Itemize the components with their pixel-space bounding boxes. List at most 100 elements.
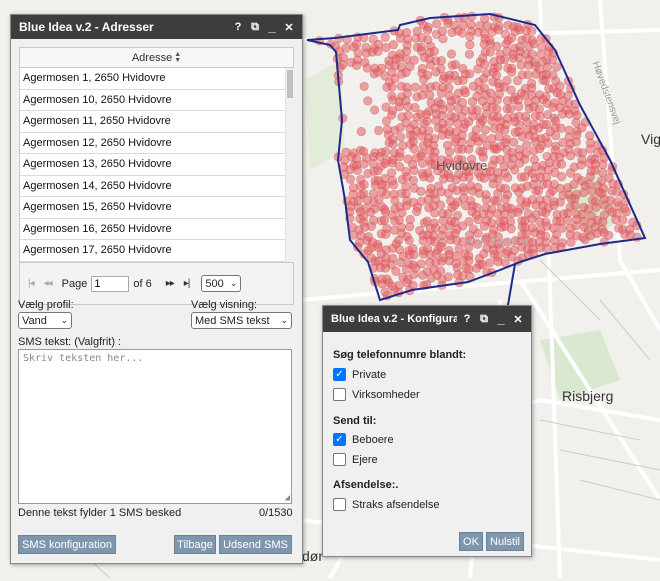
table-row[interactable]: Agermosen 13, 2650 Hvidovre <box>20 154 285 176</box>
help-icon[interactable]: ? <box>231 21 245 33</box>
address-marker <box>552 62 562 72</box>
page-number-input[interactable] <box>91 275 130 292</box>
checkbox-virksomheder[interactable]: Virksomheder <box>333 388 420 401</box>
address-marker <box>480 125 491 135</box>
address-marker <box>458 75 468 85</box>
table-row[interactable]: Agermosen 14, 2650 Hvidovre <box>20 176 285 197</box>
column-header-adresse[interactable]: Adresse ▲ ▼ <box>20 48 293 68</box>
checkbox-private[interactable]: ✓ Private <box>333 368 386 381</box>
config-dialog-titlebar[interactable]: Blue Idea v.2 - Konfiguration ? ⧉ _ ✕ <box>323 306 531 332</box>
table-row[interactable]: Agermosen 16, 2650 Hvidovre <box>20 219 285 240</box>
resize-handle-icon[interactable]: ◢ <box>285 494 290 503</box>
address-marker <box>585 144 595 154</box>
address-marker <box>541 208 551 218</box>
minimize-icon[interactable]: _ <box>265 20 279 33</box>
address-marker <box>401 264 412 274</box>
address-marker <box>425 60 436 70</box>
address-marker <box>460 88 471 98</box>
close-icon[interactable]: ✕ <box>511 313 525 326</box>
pager: |◂ ◂◂ Page of 6 ▸▸ ▸| 500 ⌄ <box>20 262 293 304</box>
checkbox-checked-icon[interactable]: ✓ <box>333 433 346 446</box>
reset-button[interactable]: Nulstil <box>486 532 524 551</box>
address-marker <box>464 49 475 59</box>
address-marker <box>500 54 510 65</box>
address-marker <box>556 123 566 133</box>
address-marker <box>379 215 390 225</box>
checkbox-ejere[interactable]: Ejere <box>333 453 378 466</box>
address-marker <box>389 180 399 190</box>
address-marker <box>359 180 369 190</box>
address-marker <box>391 266 401 276</box>
address-marker <box>507 67 517 77</box>
address-marker <box>419 74 429 84</box>
view-select[interactable]: Med SMS tekst ⌄ <box>191 312 292 329</box>
checkbox-label: Private <box>352 368 387 381</box>
address-marker <box>534 123 544 133</box>
address-marker <box>503 173 513 183</box>
restore-icon[interactable]: ⧉ <box>477 313 491 326</box>
address-marker <box>395 123 405 133</box>
address-marker <box>403 110 413 120</box>
table-row[interactable]: Agermosen 1, 2650 Hvidovre <box>20 68 285 90</box>
checkbox-checked-icon[interactable]: ✓ <box>333 368 346 381</box>
table-row[interactable]: Agermosen 17, 2650 Hvidovre <box>20 240 285 262</box>
minimize-icon[interactable]: _ <box>494 312 508 325</box>
address-marker <box>485 47 495 57</box>
checkbox-unchecked-icon[interactable] <box>333 498 346 511</box>
address-marker <box>477 115 488 126</box>
close-icon[interactable]: ✕ <box>282 21 296 34</box>
sms-char-counter: 0/1530 <box>259 507 293 519</box>
page-size-select[interactable]: 500 ⌄ <box>201 275 242 292</box>
address-marker <box>465 69 475 79</box>
checkbox-unchecked-icon[interactable] <box>333 388 346 401</box>
address-marker <box>566 237 576 247</box>
address-marker <box>591 202 601 212</box>
address-marker <box>402 46 412 56</box>
address-marker <box>390 73 400 84</box>
scrollbar-thumb[interactable] <box>287 70 293 98</box>
table-row[interactable]: Agermosen 15, 2650 Hvidovre <box>20 197 285 219</box>
address-marker <box>479 221 490 231</box>
address-marker <box>618 215 628 225</box>
table-row[interactable]: Agermosen 12, 2650 Hvidovre <box>20 133 285 154</box>
next-page-button[interactable]: ▸▸ <box>166 278 175 289</box>
checkbox-beboere[interactable]: ✓ Beboere <box>333 433 394 446</box>
sms-textarea[interactable]: Skriv teksten her... ◢ <box>18 349 292 504</box>
prev-page-button[interactable]: ◂◂ <box>44 278 53 289</box>
address-marker <box>409 165 419 176</box>
checkbox-straks-afsendelse[interactable]: Straks afsendelse <box>333 498 439 511</box>
address-marker <box>394 152 404 162</box>
address-marker <box>438 33 448 44</box>
address-marker <box>366 221 377 231</box>
address-dialog-titlebar[interactable]: Blue Idea v.2 - Adresser ? ⧉ _ ✕ <box>11 15 302 39</box>
checkbox-unchecked-icon[interactable] <box>333 453 346 466</box>
address-marker <box>409 144 419 154</box>
sms-config-button[interactable]: SMS konfiguration <box>18 535 116 554</box>
chevron-down-icon: ⌄ <box>60 315 68 325</box>
table-row[interactable]: Agermosen 11, 2650 Hvidovre <box>20 111 285 133</box>
address-marker <box>443 188 453 198</box>
help-icon[interactable]: ? <box>460 313 474 325</box>
address-marker <box>356 127 366 137</box>
address-marker <box>579 188 589 198</box>
address-marker <box>513 207 523 217</box>
restore-icon[interactable]: ⧉ <box>248 21 262 34</box>
profile-select[interactable]: Vand ⌄ <box>18 312 72 329</box>
ok-button[interactable]: OK <box>459 532 483 551</box>
config-dialog: Blue Idea v.2 - Konfiguration ? ⧉ _ ✕ Sø… <box>322 305 532 557</box>
last-page-button[interactable]: ▸| <box>184 278 191 289</box>
grid-scrollbar[interactable] <box>285 68 294 262</box>
address-marker <box>443 272 453 282</box>
chevron-down-icon: ⌄ <box>280 315 288 325</box>
address-marker <box>418 158 428 168</box>
send-sms-button[interactable]: Udsend SMS <box>219 535 292 554</box>
address-marker <box>465 40 475 50</box>
view-label: Vælg visning: <box>191 299 258 311</box>
back-button[interactable]: Tilbage <box>174 535 216 554</box>
table-row[interactable]: Agermosen 10, 2650 Hvidovre <box>20 90 285 111</box>
first-page-button[interactable]: |◂ <box>28 278 35 289</box>
address-marker <box>381 116 392 126</box>
address-marker <box>598 159 608 170</box>
address-marker <box>444 83 454 93</box>
address-marker <box>542 62 553 72</box>
